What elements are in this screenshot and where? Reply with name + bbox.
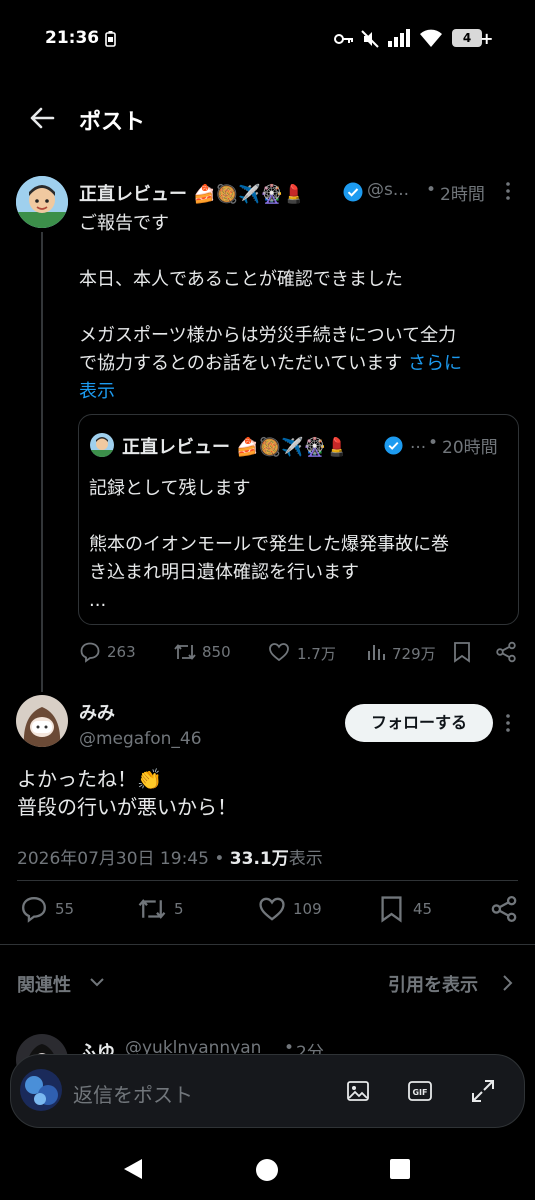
author-name[interactable]: 正直レビュー 🍰🥘✈️🎡💄 [79,180,343,206]
main-like-count: 109 [293,900,322,918]
meta-dot: • [208,849,230,869]
quote-author-name: 正直レビュー 🍰🥘✈️🎡💄 [122,437,349,458]
main-post-text: よかったね！👏 普段の行いが悪いから！ [17,765,237,821]
mute-icon [360,29,380,49]
more-options-icon[interactable] [505,181,511,201]
post-line [79,294,519,322]
main-repost-icon[interactable] [137,895,167,923]
quote-handle: ... [410,433,427,453]
thread-line [41,232,43,692]
main-like-icon[interactable] [258,895,286,923]
main-post-line: よかったね！👏 [17,767,162,791]
verified-badge-icon [343,182,363,202]
verified-badge-icon [384,436,403,455]
post-line: ご報告です [79,213,169,234]
back-arrow-icon[interactable] [28,104,56,132]
status-time: 21:36 [45,28,100,48]
divider [17,880,518,881]
page-title: ポスト [79,110,146,135]
vpn-key-icon [334,32,354,46]
post-line [79,238,519,266]
like-icon[interactable] [268,641,290,663]
follow-button[interactable]: フォローする [345,704,493,742]
battery-level: 4 [452,29,482,47]
quote-line: 記録として残します [89,478,251,499]
main-author-handle[interactable]: @megafon_46 [79,729,202,749]
view-count[interactable]: 33.1万 [230,849,289,869]
quote-line: 熊本のイオンモールで発生した爆発事故に巻 [89,534,449,555]
post-line: 本日、本人であることが確認できました [79,269,403,290]
main-reply-count: 55 [55,900,75,918]
quote-line: き込まれ明日遺体確認を行います [89,562,359,583]
main-author-name[interactable]: みみ [79,699,115,725]
charging-plus-icon: + [480,29,494,48]
repost-icon[interactable] [173,641,197,663]
nav-back-icon[interactable] [122,1157,144,1181]
main-share-icon[interactable] [490,895,518,923]
chevron-down-icon[interactable] [88,975,106,989]
bookmark-icon[interactable] [453,641,471,663]
quote-line: ... [89,590,107,611]
expand-icon[interactable] [470,1078,496,1104]
post-line: で協力するとのお話をいただいています [79,353,403,374]
main-bookmark-icon[interactable] [380,895,403,923]
relevance-sort[interactable]: 関連性 [17,971,71,997]
post-dot: • [426,180,437,200]
post-line-last: で協力するとのお話をいただいています さらに [79,350,519,378]
reply-count: 263 [107,643,136,661]
post-time: 2時間 [440,185,485,205]
quote-author-avatar [90,433,114,457]
quote-dot: • [428,433,439,453]
nav-home-icon[interactable] [255,1158,279,1182]
image-icon[interactable] [346,1079,370,1103]
quote-text: 記録として残します 熊本のイオンモールで発生した爆発事故に巻 き込まれ明日遺体確… [89,475,514,615]
my-avatar [20,1069,62,1111]
show-more-link-cont[interactable]: 表示 [79,378,519,406]
main-bookmark-count: 45 [413,900,433,918]
like-count: 1.7万 [297,645,336,663]
svg-text:GIF: GIF [412,1088,427,1097]
main-reply-icon[interactable] [20,895,48,923]
main-post-line: 普段の行いが悪いから！ [17,795,237,819]
reply-icon[interactable] [79,641,101,663]
share-icon[interactable] [495,641,517,663]
views-icon[interactable] [366,642,386,662]
author-avatar[interactable] [16,176,68,228]
wifi-icon [419,28,443,48]
divider [0,944,535,945]
main-more-options-icon[interactable] [505,713,511,733]
gif-icon[interactable]: GIF [407,1079,433,1103]
main-repost-count: 5 [174,900,184,918]
post-text: ご報告です 本日、本人であることが確認できました メガスポーツ様からは労災手続き… [79,210,519,406]
show-quotes-link[interactable]: 引用を表示 [388,971,478,997]
author-handle[interactable]: @s... [367,180,409,200]
post-timestamp: 2026年07月30日 19:45 [17,849,209,869]
repost-count: 850 [202,643,231,661]
show-more-link[interactable]: さらに [408,353,462,374]
battery-saver-icon [105,31,116,47]
quote-spacer [89,503,514,531]
chevron-right-icon[interactable] [500,973,514,993]
main-author-avatar[interactable] [16,695,68,747]
nav-recents-icon[interactable] [390,1159,410,1179]
post-meta: 2026年07月30日 19:45 • 33.1万表示 [17,844,323,869]
signal-icon [388,29,412,47]
views-count: 729万 [392,645,436,663]
post-line: メガスポーツ様からは労災手続きについて全力 [79,325,457,346]
quote-time: 20時間 [442,438,498,458]
reply-input[interactable]: 返信をポスト [73,1079,193,1108]
view-label: 表示 [288,849,323,869]
